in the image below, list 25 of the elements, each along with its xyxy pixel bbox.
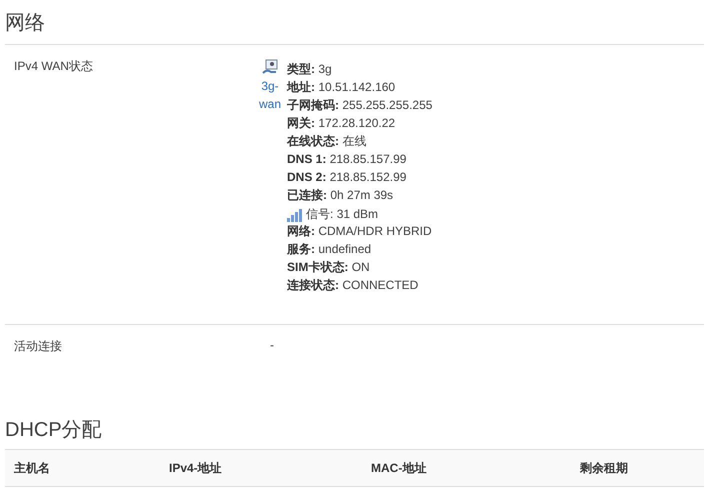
- detail-text: DNS 1: 218.85.157.99: [287, 152, 406, 166]
- row-label: IPv4 WAN状态: [14, 59, 93, 73]
- detail-text: DNS 2: 218.85.152.99: [287, 170, 406, 184]
- detail-text: 网关: 172.28.120.22: [287, 116, 396, 130]
- detail-text: 信号: 31 dBm: [306, 206, 378, 222]
- detail-text: 已连接: 0h 27m 39s: [287, 188, 394, 202]
- row-value: -: [269, 337, 274, 354]
- interface-link[interactable]: 3g- wan: [258, 77, 281, 113]
- detail-text: 地址: 10.51.142.160: [287, 80, 396, 94]
- detail-text: 网络: CDMA/HDR HYBRID: [287, 224, 432, 238]
- detail-text: 服务: undefined: [287, 242, 372, 256]
- network-interface-icon: [262, 59, 278, 75]
- detail-text: SIM卡状态: ON: [287, 260, 370, 274]
- column-header: MAC-地址: [371, 461, 426, 475]
- column-header: IPv4-地址: [169, 461, 222, 475]
- detail-text: 连接状态: CONNECTED: [287, 278, 418, 292]
- detail-text: 在线状态: 在线: [287, 134, 366, 148]
- column-header: 主机名: [14, 461, 50, 475]
- section-title: DHCP分配: [4, 418, 103, 443]
- row-label: 活动连接: [14, 339, 62, 353]
- signal-bars-icon: [287, 209, 302, 222]
- detail-text: 子网掩码: 255.255.255.255: [287, 98, 432, 112]
- detail-text: 类型: 3g: [287, 62, 332, 76]
- column-header: 剩余租期: [580, 461, 628, 475]
- section-title: 网络: [4, 11, 46, 36]
